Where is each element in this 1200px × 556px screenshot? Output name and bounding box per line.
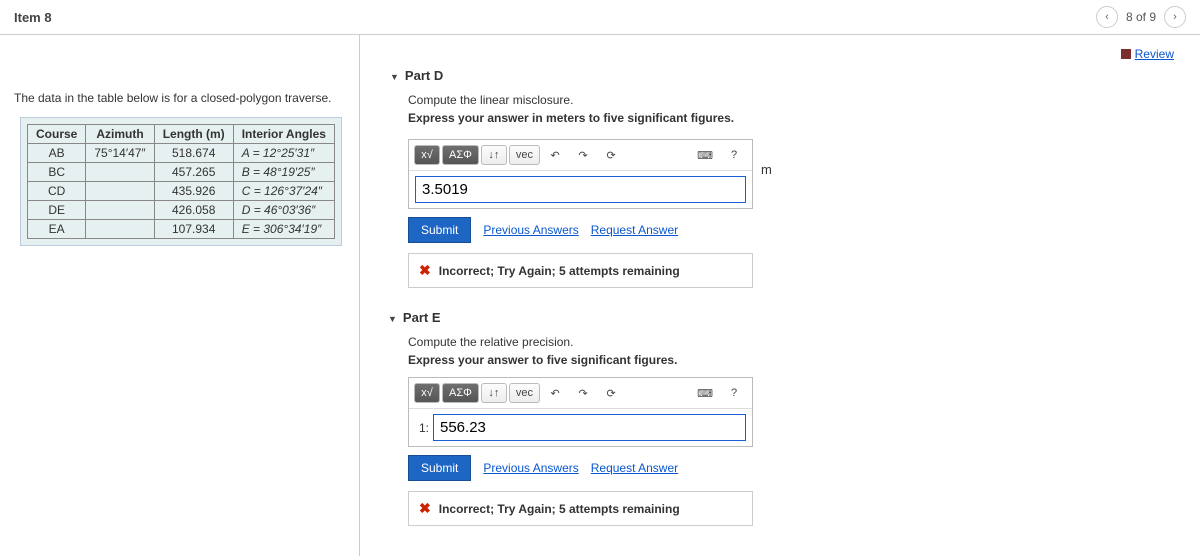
part-e-answer-input[interactable]	[433, 414, 746, 441]
answer-pane: Review Part D Compute the linear misclos…	[360, 35, 1200, 556]
part-e-request-answer-link[interactable]: Request Answer	[591, 461, 678, 475]
caret-icon	[390, 68, 399, 83]
cell-azimuth	[86, 163, 154, 182]
reset-button[interactable]: ⟳	[598, 384, 624, 403]
part-e-prompt1: Compute the relative precision.	[408, 335, 1184, 349]
sort-button[interactable]: ↓↑	[481, 383, 507, 403]
cell-length: 107.934	[154, 220, 233, 239]
table-row: DE 426.058D = 46°03′36″	[28, 201, 335, 220]
part-e-feedback: ✖ Incorrect; Try Again; 5 attempts remai…	[408, 491, 753, 526]
cell-length: 435.926	[154, 182, 233, 201]
col-angles: Interior Angles	[233, 125, 334, 144]
part-e-content: Compute the relative precision. Express …	[408, 335, 1184, 526]
table-row: CD 435.926C = 126°37′24″	[28, 182, 335, 201]
cell-length: 457.265	[154, 163, 233, 182]
part-d-content: Compute the linear misclosure. Express y…	[408, 93, 1184, 288]
vec-button[interactable]: vec	[509, 145, 540, 165]
redo-button[interactable]: ↷	[570, 384, 596, 403]
part-d-prompt2: Express your answer in meters to five si…	[408, 111, 1184, 125]
greek-button[interactable]: ΑΣΦ	[442, 145, 479, 165]
part-e-prefix: 1:	[415, 421, 429, 435]
part-d-header[interactable]: Part D	[390, 68, 1184, 83]
cell-course: DE	[28, 201, 86, 220]
col-length: Length (m)	[154, 125, 233, 144]
part-d-unit: m	[761, 162, 772, 177]
toolbar: x√ ΑΣΦ ↓↑ vec ↶ ↷ ⟳ ⌨ ?	[409, 378, 752, 409]
template-button[interactable]: x√	[414, 145, 440, 165]
page-indicator: 8 of 9	[1126, 10, 1156, 24]
part-e-tool-wrap: x√ ΑΣΦ ↓↑ vec ↶ ↷ ⟳ ⌨ ? 1:	[408, 377, 753, 447]
data-table-box: Course Azimuth Length (m) Interior Angle…	[20, 117, 342, 246]
problem-pane: The data in the table below is for a clo…	[0, 35, 360, 556]
cell-azimuth	[86, 182, 154, 201]
cell-angle: E = 306°34′19″	[233, 220, 334, 239]
greek-button[interactable]: ΑΣΦ	[442, 383, 479, 403]
cell-length: 518.674	[154, 144, 233, 163]
review-link[interactable]: Review	[1121, 47, 1174, 61]
part-e-prev-answers-link[interactable]: Previous Answers	[483, 461, 578, 475]
cell-course: CD	[28, 182, 86, 201]
redo-button[interactable]: ↷	[570, 146, 596, 165]
part-e-prompt2: Express your answer to five significant …	[408, 353, 1184, 367]
part-e-title: Part E	[403, 310, 441, 325]
part-d-prev-answers-link[interactable]: Previous Answers	[483, 223, 578, 237]
table-row: BC 457.265B = 48°19′25″	[28, 163, 335, 182]
prev-button[interactable]: ‹	[1096, 6, 1118, 28]
part-e-header[interactable]: Part E	[388, 310, 1184, 325]
toolbar: x√ ΑΣΦ ↓↑ vec ↶ ↷ ⟳ ⌨ ?	[409, 140, 752, 171]
flag-icon	[1121, 49, 1131, 59]
keyboard-button[interactable]: ⌨	[691, 146, 719, 165]
part-d-answer-input[interactable]	[415, 176, 746, 203]
keyboard-button[interactable]: ⌨	[691, 384, 719, 403]
caret-icon	[388, 310, 397, 325]
sort-button[interactable]: ↓↑	[481, 145, 507, 165]
cell-angle: D = 46°03′36″	[233, 201, 334, 220]
next-button[interactable]: ›	[1164, 6, 1186, 28]
cell-azimuth: 75°14′47″	[86, 144, 154, 163]
vec-button[interactable]: vec	[509, 383, 540, 403]
cell-course: EA	[28, 220, 86, 239]
topbar: Item 8 ‹ 8 of 9 ›	[0, 0, 1200, 35]
table-row: EA 107.934E = 306°34′19″	[28, 220, 335, 239]
part-d-request-answer-link[interactable]: Request Answer	[591, 223, 678, 237]
part-d-prompt1: Compute the linear misclosure.	[408, 93, 1184, 107]
col-course: Course	[28, 125, 86, 144]
col-azimuth: Azimuth	[86, 125, 154, 144]
cell-angle: C = 126°37′24″	[233, 182, 334, 201]
part-d-title: Part D	[405, 68, 443, 83]
cell-course: AB	[28, 144, 86, 163]
cell-length: 426.058	[154, 201, 233, 220]
cell-angle: B = 48°19′25″	[233, 163, 334, 182]
x-icon: ✖	[419, 500, 431, 517]
part-d-submit-button[interactable]: Submit	[408, 217, 471, 243]
template-button[interactable]: x√	[414, 383, 440, 403]
cell-angle: A = 12°25′31″	[233, 144, 334, 163]
problem-intro: The data in the table below is for a clo…	[14, 91, 349, 105]
reset-button[interactable]: ⟳	[598, 146, 624, 165]
cell-course: BC	[28, 163, 86, 182]
part-d-feedback-text: Incorrect; Try Again; 5 attempts remaini…	[439, 264, 680, 278]
help-button[interactable]: ?	[721, 384, 747, 402]
help-button[interactable]: ?	[721, 146, 747, 164]
data-table: Course Azimuth Length (m) Interior Angle…	[27, 124, 335, 239]
part-e-feedback-text: Incorrect; Try Again; 5 attempts remaini…	[439, 502, 680, 516]
table-row: AB75°14′47″518.674A = 12°25′31″	[28, 144, 335, 163]
part-e-submit-button[interactable]: Submit	[408, 455, 471, 481]
part-d-feedback: ✖ Incorrect; Try Again; 5 attempts remai…	[408, 253, 753, 288]
part-d-tool-wrap: x√ ΑΣΦ ↓↑ vec ↶ ↷ ⟳ ⌨ ?	[408, 139, 753, 209]
item-label: Item 8	[14, 10, 52, 25]
cell-azimuth	[86, 201, 154, 220]
x-icon: ✖	[419, 262, 431, 279]
cell-azimuth	[86, 220, 154, 239]
undo-button[interactable]: ↶	[542, 146, 568, 165]
undo-button[interactable]: ↶	[542, 384, 568, 403]
review-label: Review	[1135, 47, 1174, 61]
